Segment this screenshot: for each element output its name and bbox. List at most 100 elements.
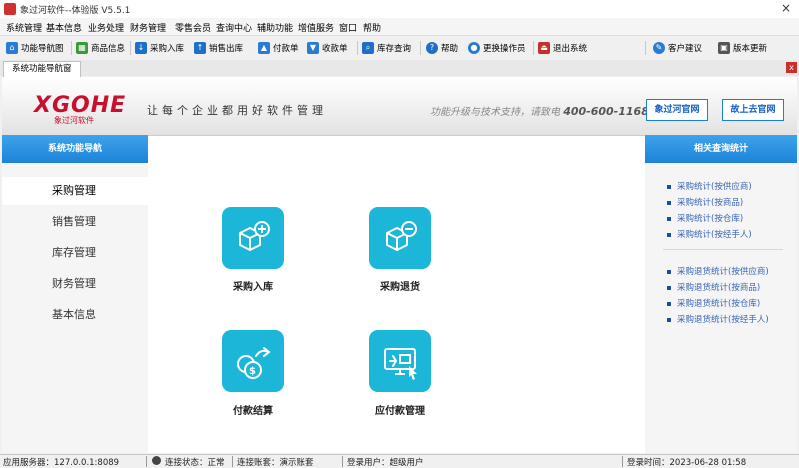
hotline-text: 功能升级与技术支持，请致电 [430, 107, 560, 118]
nav-item-purchase[interactable]: 采购管理 [2, 177, 148, 205]
separator [232, 456, 233, 467]
toolbar-exit-label: 退出系统 [553, 44, 588, 54]
sales-icon: ↑ [194, 42, 206, 54]
official-site-button[interactable]: 象过河官网 [646, 99, 708, 121]
box-plus-icon [239, 221, 270, 251]
separator [420, 41, 421, 55]
stat-link-by-product[interactable]: 采购统计(按商品) [667, 196, 743, 208]
payable-label[interactable]: 应付款管理 [345, 402, 455, 417]
toolbar-payment-label: 付款单 [273, 44, 299, 54]
toolbar-payment-button[interactable]: ▲ 付款单 [258, 39, 299, 57]
toolbar-sales-button[interactable]: ↑ 销售出库 [194, 39, 243, 57]
purchase-in-label[interactable]: 采购入库 [198, 278, 308, 293]
menu-basic-info[interactable]: 基本信息 [46, 21, 82, 34]
toolbar-purchase-label: 采购入库 [150, 44, 185, 54]
app-icon [4, 3, 16, 15]
return-stat-link-by-handler[interactable]: 采购退货统计(按经手人) [667, 313, 769, 325]
return-stat-link-by-warehouse[interactable]: 采购退货统计(按仓库) [667, 297, 760, 309]
separator [146, 456, 147, 467]
user-icon: ● [468, 42, 480, 54]
exit-icon: ⏏ [538, 42, 550, 54]
left-nav: 系统功能导航 采购管理 销售管理 库存管理 财务管理 基本信息 [2, 135, 148, 453]
toolbar-help-label: 帮助 [441, 44, 459, 54]
separator [71, 41, 72, 55]
menu-bar: 系统管理 基本信息 业务处理 财务管理 零售会员 查询中心 辅助功能 增值服务 … [0, 18, 799, 36]
menu-business[interactable]: 业务处理 [88, 21, 124, 34]
hotline: 功能升级与技术支持，请致电 400-600-1168 [430, 103, 649, 118]
toolbar-product-button[interactable]: ▦ 商品信息 [76, 39, 125, 57]
main-panel: XGOHE 象过河软件 让每个企业都用好软件管理 功能升级与技术支持，请致电 4… [2, 77, 797, 453]
menu-finance[interactable]: 财务管理 [130, 21, 166, 34]
box-minus-icon [386, 221, 417, 251]
toolbar-update-label: 版本更新 [733, 44, 768, 54]
right-panel: 相关查询统计 采购统计(按供应商) 采购统计(按商品) 采购统计(按仓库) 采购… [645, 135, 797, 453]
product-icon: ▦ [76, 42, 88, 54]
mall-site-button[interactable]: 故上去官网 [722, 99, 784, 121]
close-tab-icon[interactable]: x [786, 62, 797, 73]
stat-link-by-supplier[interactable]: 采购统计(按供应商) [667, 180, 752, 192]
status-bar: 应用服务器：127.0.0.1:8089 连接状态：正常 连接账套：演示账套 登… [0, 454, 799, 468]
toolbar-stock-query-label: 库存查询 [377, 44, 412, 54]
toolbar-stock-query-button[interactable]: ⌕ 库存查询 [362, 39, 411, 57]
nav-item-sales[interactable]: 销售管理 [2, 208, 148, 236]
menu-value-added[interactable]: 增值服务 [298, 21, 334, 34]
banner: XGOHE 象过河软件 让每个企业都用好软件管理 功能升级与技术支持，请致电 4… [2, 77, 797, 136]
coins-arrow-icon: $ [237, 347, 271, 379]
help-icon: ? [426, 42, 438, 54]
home-icon: ⌂ [6, 42, 18, 54]
payment-settle-label[interactable]: 付款结算 [198, 402, 308, 417]
separator [645, 41, 646, 55]
menu-aux[interactable]: 辅助功能 [257, 21, 293, 34]
menu-system[interactable]: 系统管理 [6, 21, 42, 34]
toolbar-switch-user-label: 更换操作员 [483, 44, 526, 54]
update-icon: ▣ [718, 42, 730, 54]
toolbar-product-label: 商品信息 [91, 44, 126, 54]
nav-item-finance[interactable]: 财务管理 [2, 270, 148, 298]
menu-query-center[interactable]: 查询中心 [216, 21, 252, 34]
connection-status-icon [152, 456, 161, 465]
tab-nav-window[interactable]: 系统功能导航窗 [3, 61, 81, 77]
payment-settle-tile[interactable]: $ [222, 330, 284, 392]
toolbar-update-button[interactable]: ▣ 版本更新 [718, 39, 767, 57]
svg-text:$: $ [249, 366, 256, 377]
tab-strip: 系统功能导航窗 x [0, 60, 799, 77]
status-login-time: 登录时间：2023-06-28 01:58 [627, 458, 747, 468]
toolbar-feedback-button[interactable]: ✎ 客户建议 [653, 39, 702, 57]
status-user: 登录用户：超级用户 [347, 458, 424, 468]
payment-icon: ▲ [258, 42, 270, 54]
return-stat-link-by-product[interactable]: 采购退货统计(按商品) [667, 281, 760, 293]
purchase-return-tile[interactable] [369, 207, 431, 269]
toolbar-nav-button[interactable]: ⌂ 功能导航图 [6, 39, 64, 57]
payable-tile[interactable] [369, 330, 431, 392]
toolbar-feedback-label: 客户建议 [668, 44, 703, 54]
nav-item-basic-info[interactable]: 基本信息 [2, 301, 148, 329]
slogan: 让每个企业都用好软件管理 [147, 104, 327, 117]
menu-help[interactable]: 帮助 [363, 21, 381, 34]
stat-link-by-warehouse[interactable]: 采购统计(按仓库) [667, 212, 743, 224]
separator [357, 41, 358, 55]
stat-link-by-handler[interactable]: 采购统计(按经手人) [667, 228, 752, 240]
monitor-cash-icon [384, 348, 417, 380]
status-account: 连接账套：演示账套 [237, 458, 314, 468]
window-title: 象过河软件--体验版 V5.5.1 [20, 6, 131, 16]
toolbar-receipt-label: 收款单 [322, 44, 348, 54]
purchase-return-label[interactable]: 采购退货 [345, 278, 455, 293]
nav-item-inventory[interactable]: 库存管理 [2, 239, 148, 267]
menu-retail-member[interactable]: 零售会员 [175, 21, 211, 34]
toolbar-exit-button[interactable]: ⏏ 退出系统 [538, 39, 587, 57]
toolbar-receipt-button[interactable]: ▼ 收款单 [307, 39, 348, 57]
right-panel-header: 相关查询统计 [645, 135, 797, 163]
return-stat-link-by-supplier[interactable]: 采购退货统计(按供应商) [667, 265, 769, 277]
hotline-number: 400-600-1168 [563, 105, 649, 118]
purchase-in-tile[interactable] [222, 207, 284, 269]
close-icon[interactable]: × [781, 1, 791, 15]
separator [533, 41, 534, 55]
search-icon: ⌕ [362, 42, 374, 54]
receipt-icon: ▼ [307, 42, 319, 54]
toolbar: ⌂ 功能导航图 ▦ 商品信息 ↓ 采购入库 ↑ 销售出库 ▲ 付款单 ▼ 收款单… [0, 36, 799, 61]
logo-subtitle: 象过河软件 [54, 116, 94, 125]
toolbar-switch-user-button[interactable]: ● 更换操作员 [468, 39, 526, 57]
menu-window[interactable]: 窗口 [339, 21, 357, 34]
toolbar-purchase-button[interactable]: ↓ 采购入库 [135, 39, 184, 57]
toolbar-help-button[interactable]: ? 帮助 [426, 39, 458, 57]
